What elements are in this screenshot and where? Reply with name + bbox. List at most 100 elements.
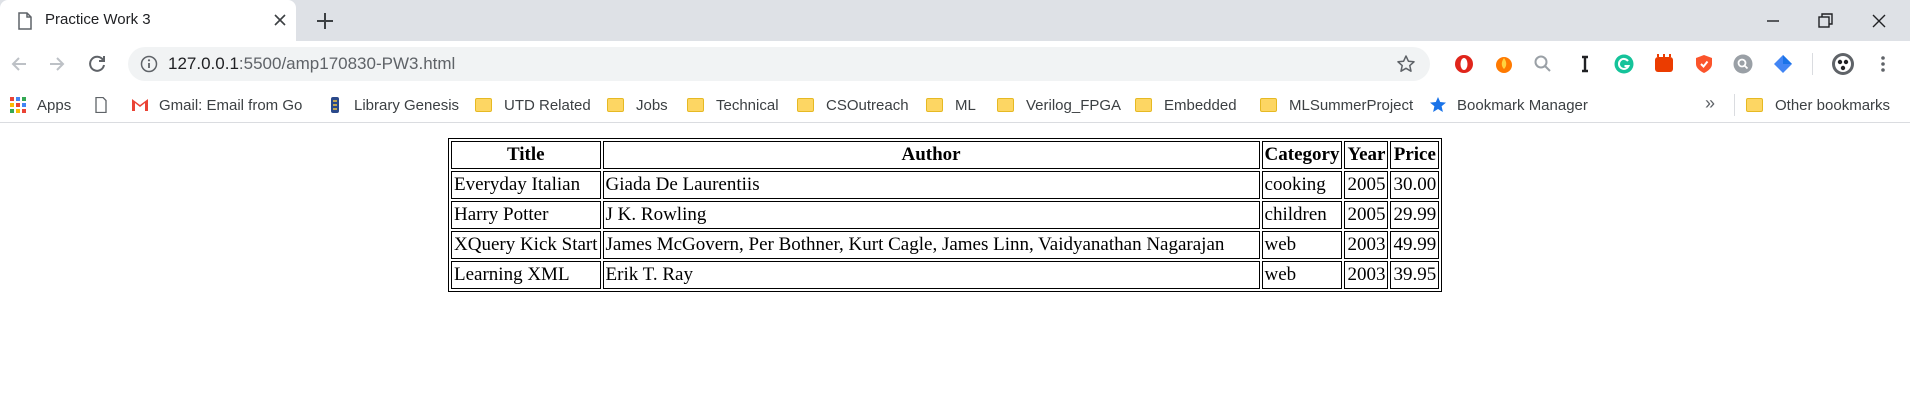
search-extension-icon[interactable] xyxy=(1532,53,1554,75)
cell-title: Everyday Italian xyxy=(451,171,601,199)
folder-icon xyxy=(687,98,704,112)
reload-icon[interactable] xyxy=(86,53,108,75)
cell-price: 29.99 xyxy=(1390,201,1440,229)
star-icon xyxy=(1430,97,1446,112)
cell-title: XQuery Kick Start xyxy=(451,231,601,259)
bookmark-label: Library Genesis xyxy=(354,96,460,114)
fire-extension-icon[interactable] xyxy=(1493,53,1515,75)
bookmarks-overflow-chevron[interactable]: » xyxy=(1705,93,1715,114)
opera-extension-icon[interactable] xyxy=(1453,53,1475,75)
cell-title: Harry Potter xyxy=(451,201,601,229)
books-table: Title Author Category Year Price Everyda… xyxy=(448,138,1443,292)
browser-tab[interactable]: Practice Work 3 xyxy=(0,0,296,41)
bookmark-folder-verilog[interactable]: Verilog_FPGA xyxy=(997,95,1121,115)
cell-price: 30.00 xyxy=(1390,171,1440,199)
bookmark-gmail[interactable]: Gmail: Email from Go xyxy=(131,95,302,115)
bookmark-label: CSOutreach xyxy=(826,96,909,114)
back-icon[interactable] xyxy=(8,53,30,75)
address-bar[interactable]: 127.0.0.1:5500/amp170830-PW3.html xyxy=(128,47,1430,81)
cell-price: 49.99 xyxy=(1390,231,1440,259)
cell-author: James McGovern, Per Bothner, Kurt Cagle,… xyxy=(602,231,1260,259)
bookmark-label: Jobs xyxy=(636,96,668,114)
bookmark-star-icon[interactable] xyxy=(1396,54,1416,74)
page-content: Title Author Category Year Price Everyda… xyxy=(0,124,1910,403)
bookmark-library-genesis[interactable]: Library Genesis xyxy=(326,95,459,115)
table-row: XQuery Kick Start James McGovern, Per Bo… xyxy=(451,231,1440,259)
cell-title: Learning XML xyxy=(451,261,601,289)
folder-icon xyxy=(1746,98,1763,112)
header-author: Author xyxy=(602,141,1260,169)
restore-icon[interactable] xyxy=(1812,8,1838,34)
bookmark-folder-embedded[interactable]: Embedded xyxy=(1135,95,1237,115)
i-extension-icon[interactable] xyxy=(1574,53,1596,75)
bookmark-folder-mlsummer[interactable]: MLSummerProject xyxy=(1260,95,1413,115)
table-header-row: Title Author Category Year Price xyxy=(451,141,1440,169)
url-text[interactable]: 127.0.0.1:5500/amp170830-PW3.html xyxy=(168,54,455,74)
tab-strip: Practice Work 3 xyxy=(0,0,1910,41)
folder-icon xyxy=(997,98,1014,112)
bookmarks-bar: Apps Gmail: Email from Go Library Genesi… xyxy=(0,87,1910,123)
header-price: Price xyxy=(1390,141,1440,169)
url-host: 127.0.0.1 xyxy=(168,54,239,73)
bookmark-folder-ml[interactable]: ML xyxy=(926,95,976,115)
diamond-extension-icon[interactable] xyxy=(1772,53,1794,75)
table-row: Learning XML Erik T. Ray web 2003 39.95 xyxy=(451,261,1440,289)
cell-author: Erik T. Ray xyxy=(602,261,1260,289)
bookmark-folder-utd[interactable]: UTD Related xyxy=(475,95,591,115)
header-category: Category xyxy=(1261,141,1343,169)
toolbar: 127.0.0.1:5500/amp170830-PW3.html xyxy=(0,41,1910,87)
bookmark-label: Gmail: Email from Go xyxy=(159,96,303,114)
magnifier-extension-icon[interactable] xyxy=(1732,53,1754,75)
cell-category: web xyxy=(1261,231,1343,259)
info-icon[interactable] xyxy=(140,55,158,73)
bookmark-label: ML xyxy=(955,96,976,114)
header-title: Title xyxy=(451,141,601,169)
cell-category: cooking xyxy=(1261,171,1343,199)
cell-author: Giada De Laurentiis xyxy=(602,171,1260,199)
gmail-icon xyxy=(132,99,148,111)
cell-year: 2005 xyxy=(1344,171,1389,199)
menu-dots-icon[interactable] xyxy=(1872,53,1894,75)
profile-avatar-icon[interactable] xyxy=(1831,52,1855,76)
bookmark-folder-jobs[interactable]: Jobs xyxy=(607,95,668,115)
bookmark-label: UTD Related xyxy=(504,96,591,114)
forward-icon[interactable] xyxy=(46,53,68,75)
grammarly-icon[interactable] xyxy=(1613,53,1635,75)
bookmark-other[interactable]: Other bookmarks xyxy=(1746,95,1890,115)
page-icon xyxy=(95,97,107,113)
close-window-icon[interactable] xyxy=(1866,8,1892,34)
brave-shield-icon[interactable] xyxy=(1693,53,1715,75)
table-row: Everyday Italian Giada De Laurentiis coo… xyxy=(451,171,1440,199)
bookmark-folder-csoutreach[interactable]: CSOutreach xyxy=(797,95,909,115)
bookmark-label: Bookmark Manager xyxy=(1457,96,1588,114)
bookmark-label: MLSummerProject xyxy=(1289,96,1414,114)
apps-grid-icon xyxy=(10,97,26,113)
table-row: Harry Potter J K. Rowling children 2005 … xyxy=(451,201,1440,229)
tab-title: Practice Work 3 xyxy=(45,11,151,28)
minimize-icon[interactable] xyxy=(1760,8,1786,34)
bookmark-apps[interactable]: Apps xyxy=(9,95,71,115)
cell-category: web xyxy=(1261,261,1343,289)
bookmark-label: Other bookmarks xyxy=(1775,96,1891,114)
bookmarks-separator xyxy=(1734,94,1735,116)
cell-year: 2003 xyxy=(1344,261,1389,289)
folder-icon xyxy=(926,98,943,112)
bookmark-label: Apps xyxy=(37,96,72,114)
library-genesis-icon xyxy=(331,97,339,113)
folder-icon xyxy=(797,98,814,112)
bookmark-label: Verilog_FPGA xyxy=(1026,96,1122,114)
cell-year: 2003 xyxy=(1344,231,1389,259)
bookmark-page[interactable] xyxy=(92,95,110,115)
cell-category: children xyxy=(1261,201,1343,229)
new-tab-icon[interactable] xyxy=(314,10,336,32)
office-extension-icon[interactable] xyxy=(1653,53,1675,75)
header-year: Year xyxy=(1344,141,1389,169)
bookmark-manager[interactable]: Bookmark Manager xyxy=(1429,95,1588,115)
folder-icon xyxy=(1260,98,1277,112)
folder-icon xyxy=(607,98,624,112)
bookmark-label: Embedded xyxy=(1164,96,1237,114)
cell-year: 2005 xyxy=(1344,201,1389,229)
url-path: :5500/amp170830-PW3.html xyxy=(238,54,456,73)
close-tab-icon[interactable] xyxy=(272,12,288,28)
bookmark-folder-technical[interactable]: Technical xyxy=(687,95,779,115)
